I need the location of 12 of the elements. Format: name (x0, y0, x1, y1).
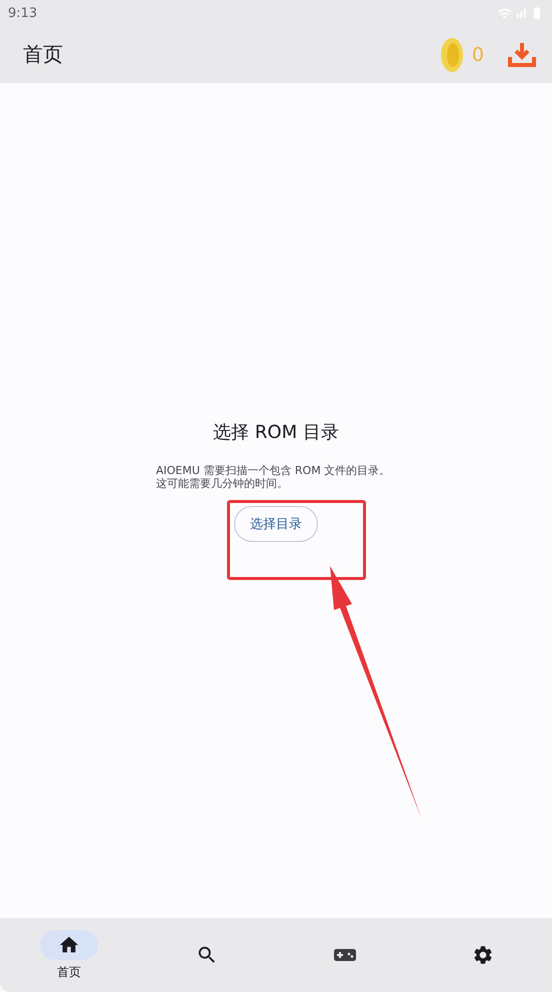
status-time: 9:13 (8, 6, 38, 20)
settings-icon (472, 944, 494, 966)
download-icon[interactable] (508, 42, 536, 68)
coin-count: 0 (472, 44, 484, 66)
empty-state-message: AIOEMU 需要扫描一个包含 ROM 文件的目录。 (156, 464, 390, 476)
empty-state-message: 这可能需要几分钟的时间。 (156, 476, 288, 490)
coin-icon (440, 36, 464, 72)
page-title: 首页 (23, 41, 64, 68)
empty-state-title: 选择 ROM 目录 (213, 420, 339, 444)
nav-label: 首页 (57, 964, 81, 980)
choose-directory-button[interactable]: 选择目录 (234, 506, 318, 542)
nav-tab[interactable] (40, 930, 98, 960)
